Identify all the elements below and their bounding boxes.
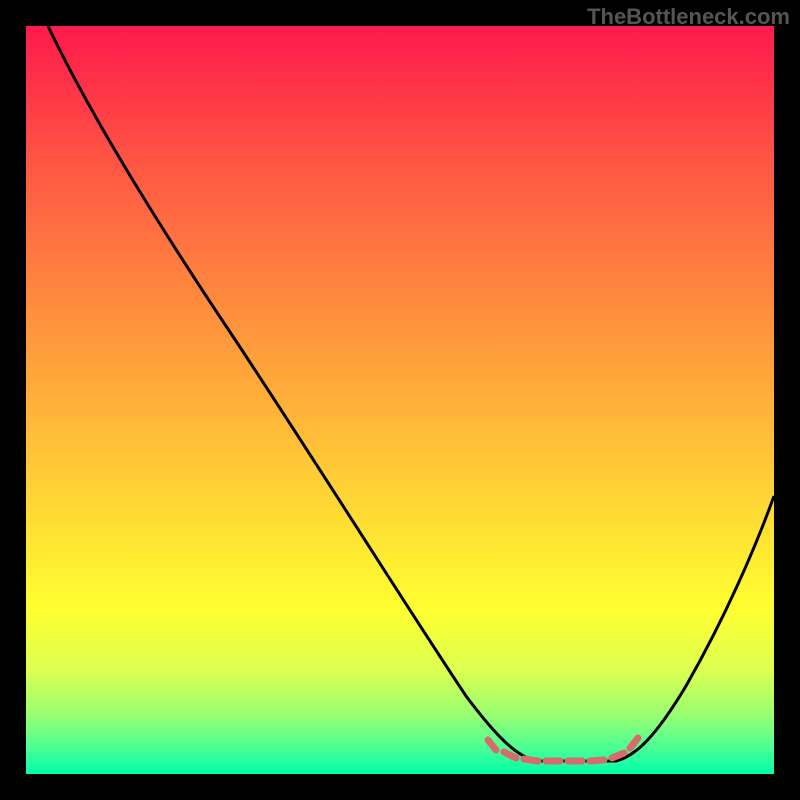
bottleneck-curve-path (48, 26, 774, 761)
flat-region-markers (488, 738, 638, 761)
watermark-text: TheBottleneck.com (587, 4, 790, 30)
chart-curve-layer (26, 26, 774, 774)
chart-plot-area (26, 26, 774, 774)
